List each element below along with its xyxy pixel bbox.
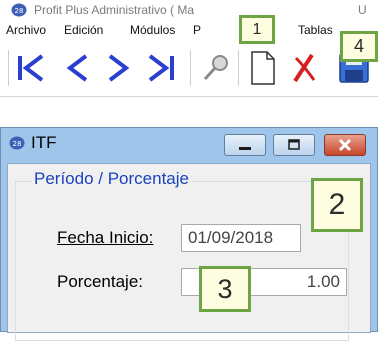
profit-plus-logo-icon: 28 <box>11 3 27 17</box>
minimize-icon <box>239 147 251 150</box>
fecha-inicio-label: Fecha Inicio: <box>57 228 153 248</box>
toolbar-separator <box>8 50 9 86</box>
first-record-icon[interactable] <box>14 52 48 84</box>
menu-tablas[interactable]: Tablas <box>298 20 333 40</box>
callout-4: 4 <box>340 31 378 62</box>
minimize-button[interactable] <box>224 134 266 156</box>
maximize-button[interactable] <box>273 134 315 156</box>
close-button[interactable] <box>324 134 366 156</box>
last-record-icon[interactable] <box>144 52 178 84</box>
svg-text:28: 28 <box>13 140 22 148</box>
next-record-icon[interactable] <box>104 52 134 84</box>
porcentaje-label: Porcentaje: <box>57 272 143 291</box>
maximize-icon <box>288 139 300 150</box>
search-icon[interactable] <box>200 52 232 84</box>
menu-modulos[interactable]: Módulos <box>130 20 175 40</box>
toolbar <box>0 42 378 94</box>
close-icon <box>338 138 352 152</box>
previous-record-icon[interactable] <box>62 52 92 84</box>
callout-3: 3 <box>199 266 251 312</box>
profit-plus-logo-icon: 28 <box>9 136 25 150</box>
toolbar-divider <box>0 96 378 97</box>
svg-text:28: 28 <box>15 7 24 15</box>
toolbar-separator <box>238 50 239 86</box>
group-title: Período / Porcentaje <box>32 169 191 189</box>
fecha-inicio-field[interactable]: 01/09/2018 <box>181 224 301 252</box>
callout-1: 1 <box>239 15 275 44</box>
fecha-inicio-label-text: Fecha Inicio: <box>57 228 154 247</box>
menu-bar: Archivo Edición Módulos P Tablas <box>0 20 378 40</box>
dialog-title: ITF <box>31 133 57 152</box>
app-title-bar: 28 Profit Plus Administrativo ( Ma U <box>0 0 378 20</box>
app-title-fragment: U <box>358 3 367 17</box>
delete-icon[interactable] <box>290 52 320 84</box>
periodo-porcentaje-group <box>15 181 349 341</box>
new-document-icon[interactable] <box>248 50 278 86</box>
app-title: Profit Plus Administrativo ( Ma <box>34 3 195 17</box>
menu-edicion[interactable]: Edición <box>64 20 103 40</box>
menu-p[interactable]: P <box>193 20 201 40</box>
menu-archivo[interactable]: Archivo <box>6 20 46 40</box>
callout-2: 2 <box>311 178 363 232</box>
toolbar-separator <box>190 50 191 86</box>
